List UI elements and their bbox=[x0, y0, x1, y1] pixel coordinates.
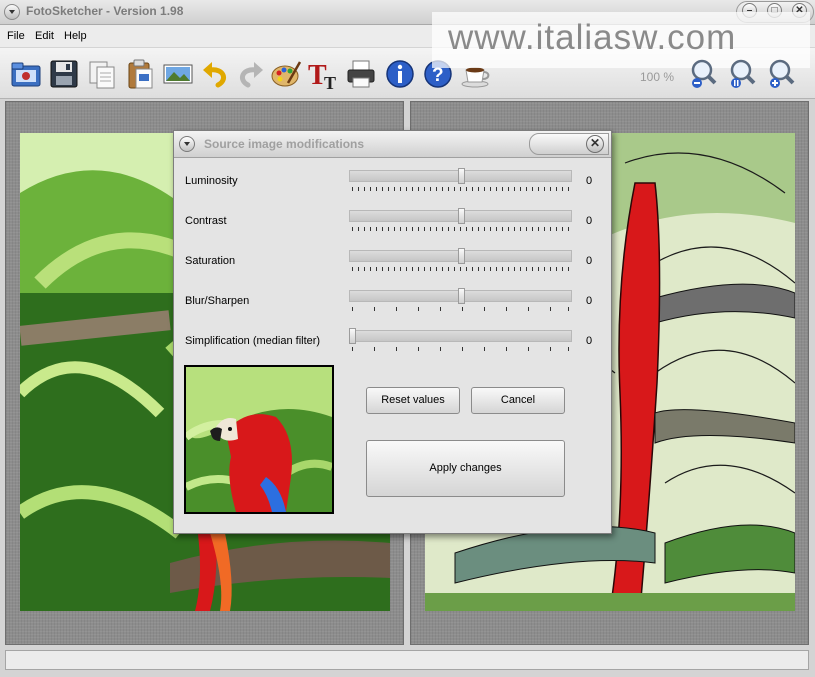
copy-icon[interactable] bbox=[86, 58, 118, 90]
redo-icon[interactable] bbox=[234, 58, 266, 90]
dialog-menu-icon[interactable] bbox=[179, 136, 195, 152]
paste-icon[interactable] bbox=[124, 58, 156, 90]
apply-changes-button[interactable]: Apply changes bbox=[366, 440, 565, 497]
simplification-value: 0 bbox=[586, 335, 593, 347]
blur-sharpen-label: Blur/Sharpen bbox=[185, 295, 250, 307]
simplification-slider-ticks bbox=[352, 347, 569, 351]
reset-values-button[interactable]: Reset values bbox=[366, 387, 460, 414]
menu-edit[interactable]: Edit bbox=[35, 30, 54, 42]
contrast-slider-ticks bbox=[352, 227, 569, 231]
save-icon[interactable] bbox=[48, 58, 80, 90]
palette-icon[interactable] bbox=[270, 58, 302, 90]
simplification-slider[interactable] bbox=[349, 330, 572, 342]
window-title: FotoSketcher - Version 1.98 bbox=[26, 4, 184, 18]
saturation-slider-ticks bbox=[352, 267, 569, 271]
simplification-label: Simplification (median filter) bbox=[185, 335, 321, 347]
status-bar bbox=[5, 650, 809, 670]
luminosity-slider-ticks bbox=[352, 187, 569, 191]
blur-sharpen-slider-ticks bbox=[352, 307, 569, 311]
zoom-in-icon[interactable] bbox=[766, 58, 798, 90]
menu-help[interactable]: Help bbox=[64, 30, 87, 42]
luminosity-slider-thumb[interactable] bbox=[458, 168, 465, 184]
zoom-actual-icon[interactable] bbox=[727, 58, 759, 90]
blur-sharpen-slider-thumb[interactable] bbox=[458, 288, 465, 304]
blur-sharpen-value: 0 bbox=[586, 295, 593, 307]
contrast-slider-thumb[interactable] bbox=[458, 208, 465, 224]
simplification-slider-thumb[interactable] bbox=[349, 328, 356, 344]
menu-file[interactable]: File bbox=[7, 30, 25, 42]
svg-text:T: T bbox=[324, 73, 336, 90]
undo-icon[interactable] bbox=[200, 58, 232, 90]
system-menu-icon[interactable] bbox=[4, 4, 20, 20]
luminosity-value: 0 bbox=[586, 175, 593, 187]
saturation-value: 0 bbox=[586, 255, 593, 267]
luminosity-label: Luminosity bbox=[185, 175, 238, 187]
contrast-value: 0 bbox=[586, 215, 593, 227]
source-modifications-dialog: Source image modifications ✕ Luminosity … bbox=[173, 130, 612, 534]
watermark: www.italiasw.com bbox=[448, 18, 737, 57]
svg-text:?: ? bbox=[432, 65, 444, 86]
zoom-level: 100 % bbox=[640, 70, 675, 84]
open-folder-icon[interactable] bbox=[10, 58, 42, 90]
image-icon[interactable] bbox=[162, 58, 194, 90]
dialog-close-icon[interactable]: ✕ bbox=[586, 135, 604, 153]
cancel-button[interactable]: Cancel bbox=[471, 387, 565, 414]
dialog-title: Source image modifications bbox=[204, 137, 365, 151]
preview-image bbox=[184, 365, 334, 514]
info-icon[interactable] bbox=[384, 58, 416, 90]
zoom-out-icon[interactable] bbox=[688, 58, 720, 90]
text-icon[interactable]: T T bbox=[307, 58, 339, 90]
contrast-label: Contrast bbox=[185, 215, 227, 227]
print-icon[interactable] bbox=[345, 58, 377, 90]
saturation-slider-thumb[interactable] bbox=[458, 248, 465, 264]
saturation-label: Saturation bbox=[185, 255, 236, 267]
